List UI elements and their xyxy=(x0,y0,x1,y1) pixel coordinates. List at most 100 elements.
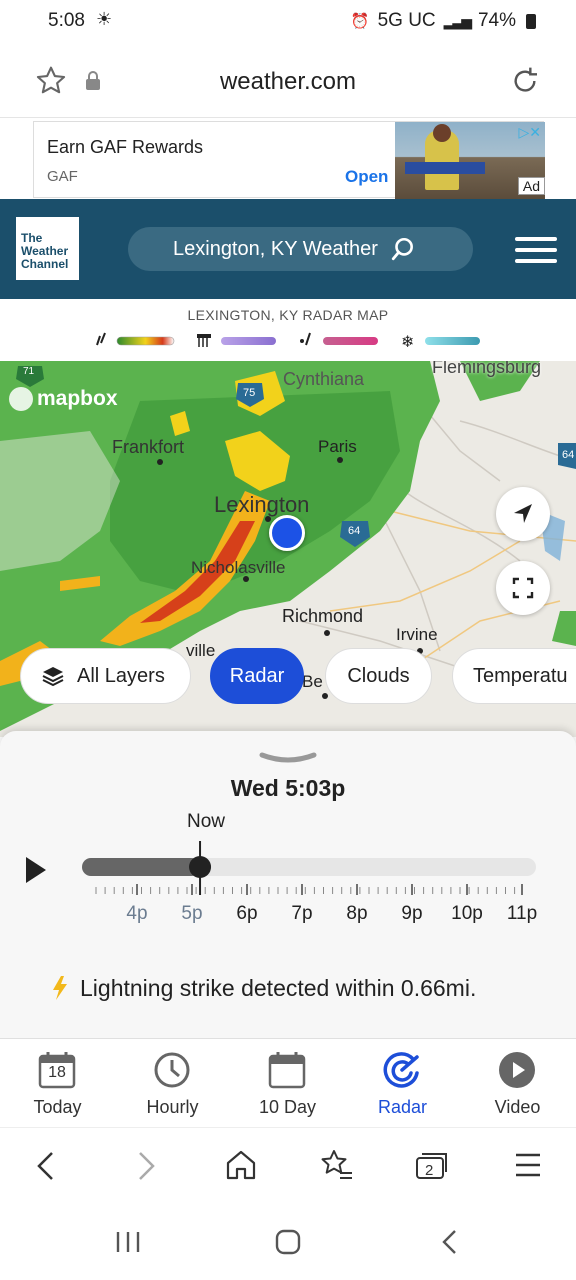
play-circle-icon xyxy=(499,1052,535,1088)
route-71: 71 xyxy=(23,366,35,377)
timeline-thumb[interactable] xyxy=(189,856,212,878)
search-label: Lexington, KY Weather xyxy=(173,237,378,260)
tab-today[interactable]: 18 Today xyxy=(0,1039,115,1127)
network-label: 5G UC xyxy=(377,10,436,31)
lightning-icon xyxy=(53,976,67,1000)
timeline-tick-label: 8p xyxy=(346,903,368,924)
lightning-alert-text: Lightning strike detected within 0.66mi. xyxy=(80,975,477,1001)
tab-video-label: Video xyxy=(494,1097,541,1117)
timeline-tick-label: 11p xyxy=(506,903,538,924)
tab-today-label: Today xyxy=(33,1097,82,1117)
radar-map-title: LEXINGTON, KY RADAR MAP xyxy=(187,307,389,323)
timeline-tick-label: 4p xyxy=(126,903,148,924)
clock-icon xyxy=(154,1052,190,1088)
status-bar: 5:08 ☀ ⏰ 5G UC ▂▃▅ 74% xyxy=(0,0,576,44)
hamburger-menu-icon[interactable] xyxy=(515,237,557,263)
temperature-chip[interactable]: Temperatu xyxy=(452,648,576,704)
place-label-irvine: Irvine xyxy=(396,625,438,644)
place-label-ville: ville xyxy=(186,641,216,660)
timeline-tick-labels: 4p 5p 6p 7p 8p 9p 10p 11p xyxy=(80,903,540,929)
tab-10-day-label: 10 Day xyxy=(258,1097,317,1117)
place-label-paris: Paris xyxy=(318,437,357,456)
location-search[interactable]: Lexington, KY Weather xyxy=(128,227,473,271)
mapbox-label: mapbox xyxy=(37,387,118,410)
all-layers-chip[interactable]: All Layers xyxy=(20,648,191,704)
temperature-chip-label: Temperatu xyxy=(473,664,568,687)
forward-icon[interactable] xyxy=(134,1150,158,1182)
fullscreen-button[interactable] xyxy=(496,561,550,615)
sheet-handle-chevron-icon[interactable] xyxy=(258,751,318,767)
tab-radar-label: Radar xyxy=(377,1097,428,1117)
tab-hourly[interactable]: Hourly xyxy=(115,1039,230,1127)
ad-title: Earn GAF Rewards xyxy=(47,137,204,157)
timeline-sheet: Wed 5:03p Now 4p 5p 6p 7p 8p 9p 10p 11p Lightni… xyxy=(0,731,576,1038)
radar-title-bar: LEXINGTON, KY RADAR MAP ❄ xyxy=(0,299,576,361)
radar-chip[interactable]: Radar xyxy=(210,648,304,704)
system-back-icon[interactable] xyxy=(440,1228,460,1256)
ad-image[interactable]: ▷✕ Ad xyxy=(395,122,545,199)
place-label-frankfort: Frankfort xyxy=(112,437,185,457)
route-75: 75 xyxy=(243,387,256,399)
logo-line: Channel xyxy=(21,257,69,271)
place-label-cynthiana: Cynthiana xyxy=(283,369,365,389)
timeline-ticks xyxy=(95,884,523,895)
timeline-tick-label: 7p xyxy=(291,903,313,924)
timeline-tick-label: 5p xyxy=(181,903,203,924)
back-icon[interactable] xyxy=(34,1150,58,1182)
rain-icon xyxy=(96,332,106,346)
ad-advertiser: GAF xyxy=(47,168,78,185)
calendar-day: 18 xyxy=(48,1064,66,1081)
weather-tab-bar: 18 Today Hourly 10 Day Radar Video xyxy=(0,1038,576,1126)
recent-apps-icon[interactable] xyxy=(115,1230,141,1254)
tab-10-day[interactable]: 10 Day xyxy=(230,1039,345,1127)
timeline-tick-label: 10p xyxy=(451,903,483,924)
tab-video[interactable]: Video xyxy=(460,1039,575,1127)
layers-icon xyxy=(42,667,64,687)
timeline-datetime: Wed 5:03p xyxy=(230,775,346,801)
calendar-icon xyxy=(268,1052,306,1089)
battery-icon xyxy=(526,13,536,29)
fullscreen-icon xyxy=(512,577,534,599)
sleet-icon xyxy=(197,334,211,347)
weather-channel-logo[interactable]: The Weather Channel xyxy=(16,217,79,280)
tabs-icon[interactable]: 2 xyxy=(414,1150,450,1182)
place-label-nicholasville: Nicholasville xyxy=(191,558,286,577)
site-header: The Weather Channel Lexington, KY Weathe… xyxy=(0,199,576,299)
place-label-be: Be xyxy=(302,672,323,691)
recenter-button[interactable] xyxy=(496,487,550,541)
mapbox-icon xyxy=(9,387,33,411)
clouds-chip[interactable]: Clouds xyxy=(325,648,432,704)
all-layers-label: All Layers xyxy=(77,664,165,687)
bookmarks-icon[interactable] xyxy=(318,1148,354,1182)
url-text[interactable]: weather.com xyxy=(0,68,576,96)
ad-open-button[interactable]: Open xyxy=(345,167,388,187)
play-icon[interactable] xyxy=(24,855,48,885)
now-label: Now xyxy=(187,811,226,832)
reload-icon[interactable] xyxy=(509,65,541,97)
browser-url-bar: weather.com xyxy=(0,44,576,118)
adchoices-icon[interactable]: ▷✕ xyxy=(519,124,542,141)
tab-radar[interactable]: Radar xyxy=(345,1039,460,1127)
place-label-lexington: Lexington xyxy=(214,492,310,517)
browser-menu-icon[interactable] xyxy=(514,1152,542,1178)
navigation-arrow-icon xyxy=(514,504,532,523)
place-label-flemingsburg: Flemingsburg xyxy=(432,361,542,377)
timeline-tick-label: 9p xyxy=(401,903,423,924)
current-location-marker[interactable] xyxy=(269,515,305,551)
route-64-b: 64 xyxy=(562,449,575,461)
battery-label: 74% xyxy=(477,10,516,31)
mix-icon xyxy=(300,332,311,346)
home-icon[interactable] xyxy=(224,1148,258,1182)
radar-icon xyxy=(383,1052,419,1088)
ad-banner[interactable]: Earn GAF Rewards GAF Open ▷✕ Ad xyxy=(33,121,545,199)
clouds-chip-label: Clouds xyxy=(347,664,410,687)
timeline-tick-label: 6p xyxy=(236,903,258,924)
search-icon xyxy=(391,237,413,261)
status-time: 5:08 xyxy=(48,10,85,31)
brightness-icon: ☀ xyxy=(96,9,113,29)
place-label-richmond: Richmond xyxy=(282,606,364,626)
precip-legend: ❄ xyxy=(96,332,480,351)
mapbox-logo: mapbox xyxy=(9,387,118,411)
home-button-icon[interactable] xyxy=(274,1228,302,1256)
snow-icon: ❄ xyxy=(401,334,414,351)
